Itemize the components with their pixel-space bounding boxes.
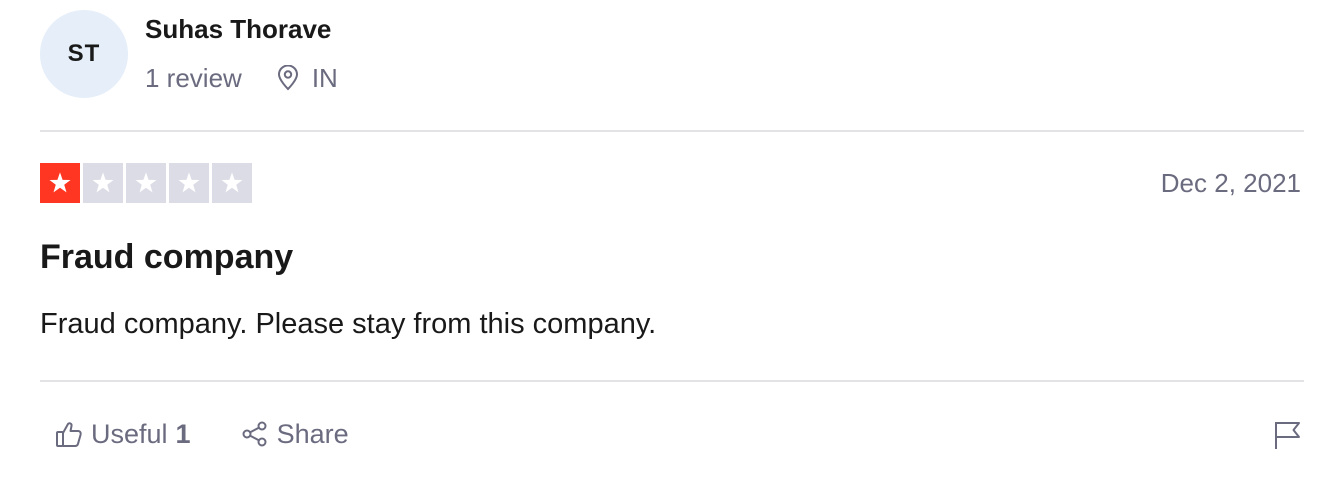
star-icon — [92, 172, 114, 193]
useful-button[interactable]: Useful 1 — [55, 419, 191, 450]
divider — [40, 130, 1304, 132]
flag-icon — [1275, 422, 1300, 449]
divider — [40, 380, 1304, 382]
review-actions: Useful 1 Share — [55, 414, 349, 454]
review-card: ST Suhas Thorave 1 review IN Dec 2, 2021… — [0, 0, 1334, 496]
reviewer-meta: 1 review IN — [145, 60, 338, 96]
review-body: Fraud company. Please stay from this com… — [40, 308, 657, 340]
star-icon — [221, 172, 243, 193]
report-flag-button[interactable] — [1273, 419, 1303, 456]
star-empty — [212, 163, 252, 203]
share-button[interactable]: Share — [241, 419, 349, 450]
useful-label: Useful — [91, 418, 168, 449]
star-icon — [178, 172, 200, 193]
useful-count: 1 — [175, 418, 191, 449]
country-code: IN — [311, 62, 338, 93]
star-empty — [126, 163, 166, 203]
star-rating — [40, 163, 252, 203]
share-icon — [242, 421, 267, 447]
star-icon — [135, 172, 157, 193]
location-pin-icon — [277, 65, 298, 91]
star-empty — [83, 163, 123, 203]
review-title[interactable]: Fraud company — [40, 238, 293, 277]
star-filled — [40, 163, 80, 203]
star-empty — [169, 163, 209, 203]
reviewer-name[interactable]: Suhas Thorave — [145, 14, 331, 45]
avatar-initials: ST — [67, 40, 101, 67]
review-count: 1 review — [145, 62, 242, 93]
share-label: Share — [276, 418, 349, 449]
star-icon — [49, 172, 71, 193]
review-date: Dec 2, 2021 — [1160, 168, 1301, 198]
reviewer-location: IN — [276, 63, 338, 94]
thumbs-up-icon — [56, 422, 82, 447]
avatar[interactable]: ST — [40, 10, 128, 98]
